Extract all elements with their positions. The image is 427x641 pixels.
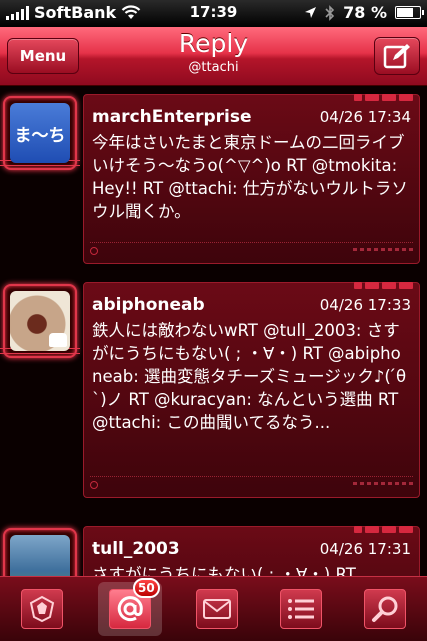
tweet-text: さすがにうちにもない( ; ・∀・) RT xyxy=(92,565,356,576)
tweet-card[interactable]: tull_2003 04/26 17:31 さすがにうちにもない( ; ・∀・)… xyxy=(83,526,420,576)
timeline[interactable]: ま〜ち marchEnterprise 04/26 17:34 今年はさいたまと… xyxy=(0,86,427,576)
avatar-text: ま〜ち xyxy=(14,125,66,146)
tweet-timestamp: 04/26 17:34 xyxy=(319,108,411,126)
card-decoration xyxy=(354,526,413,533)
tweet-username[interactable]: abiphoneab xyxy=(92,295,205,315)
tab-mentions[interactable]: 50 xyxy=(97,578,162,636)
tweet-item[interactable]: abiphoneab 04/26 17:33 鉄人には敵わないwRT @tull… xyxy=(0,282,427,512)
list-icon xyxy=(288,599,315,619)
tweet-text: 鉄人には敵わないwRT @tull_2003: さすがにうちにもない( ; ・∀… xyxy=(92,321,407,432)
tweet-timestamp: 04/26 17:33 xyxy=(319,296,411,314)
compose-button[interactable] xyxy=(374,37,420,75)
card-decoration xyxy=(354,282,413,289)
tab-lists[interactable] xyxy=(273,584,329,634)
at-sign-icon xyxy=(117,596,143,622)
tweet-username[interactable]: tull_2003 xyxy=(92,539,180,559)
emblem-icon xyxy=(29,595,55,623)
card-footer-decoration xyxy=(90,242,413,255)
battery-icon xyxy=(395,6,424,19)
page-title: Reply xyxy=(178,29,249,58)
avatar[interactable]: ま〜ち xyxy=(0,96,80,170)
tab-bar: 50 xyxy=(0,576,427,641)
tweet-username[interactable]: marchEnterprise xyxy=(92,107,252,127)
tab-search[interactable] xyxy=(357,584,413,634)
tab-home[interactable] xyxy=(14,584,70,634)
tweet-card[interactable]: abiphoneab 04/26 17:33 鉄人には敵わないwRT @tull… xyxy=(83,282,420,498)
avatar[interactable] xyxy=(3,528,77,576)
card-decoration xyxy=(354,94,413,101)
tweet-text: 今年はさいたまと東京ドームの二回ライブいけそう〜なうo(^▽^)o RT @tm… xyxy=(92,133,408,221)
bluetooth-icon xyxy=(325,4,335,21)
tab-messages[interactable] xyxy=(189,584,245,634)
search-icon xyxy=(372,596,398,622)
compose-icon xyxy=(383,44,410,69)
battery-percent: 78 % xyxy=(343,3,387,22)
tweet-timestamp: 04/26 17:31 xyxy=(319,540,411,558)
tweet-item[interactable]: tull_2003 04/26 17:31 さすがにうちにもない( ; ・∀・)… xyxy=(0,526,427,576)
avatar[interactable] xyxy=(0,284,80,358)
envelope-icon xyxy=(203,599,232,619)
page-subtitle: @ttachi xyxy=(188,60,239,75)
card-footer-decoration xyxy=(90,476,413,489)
tweet-item[interactable]: ま〜ち marchEnterprise 04/26 17:34 今年はさいたまと… xyxy=(0,94,427,274)
tweet-card[interactable]: marchEnterprise 04/26 17:34 今年はさいたまと東京ドー… xyxy=(83,94,420,264)
unread-badge: 50 xyxy=(132,578,160,598)
location-icon xyxy=(305,7,317,18)
navigation-bar: Menu Reply @ttachi xyxy=(0,27,427,86)
status-bar: SoftBank 17:39 78 % xyxy=(0,0,427,27)
